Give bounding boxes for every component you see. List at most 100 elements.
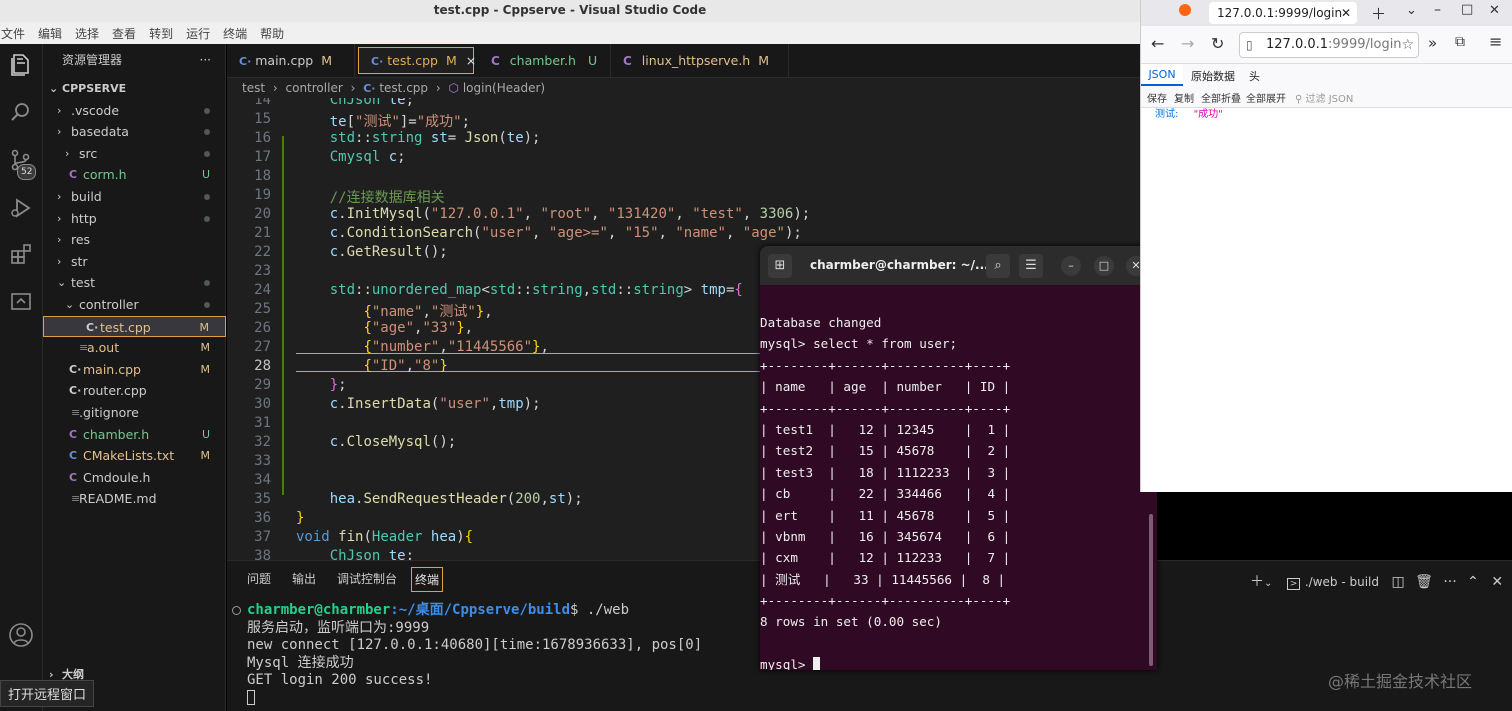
tab-list-icon[interactable]: ⌄ (1406, 3, 1417, 18)
collapse-all-button[interactable]: 全部折叠 (1201, 90, 1241, 105)
tree-item[interactable]: Cchamber.h U (43, 424, 226, 446)
minimize-icon[interactable]: – (1434, 2, 1441, 18)
tree-item[interactable]: ≡ README.md (43, 488, 226, 510)
c-file-icon: C (69, 470, 78, 484)
tab-json[interactable]: JSON (1141, 64, 1183, 86)
menu-view[interactable]: 查看 (111, 25, 144, 42)
breadcrumb-item[interactable]: controller (286, 81, 343, 95)
new-terminal-icon[interactable]: ＋ (1250, 574, 1264, 590)
menu-run[interactable]: 运行 (185, 25, 218, 42)
line-number: 30 (254, 396, 271, 412)
overflow-icon[interactable]: » (1428, 34, 1437, 52)
tree-item-label: router.cpp (83, 383, 147, 399)
tab-output[interactable]: 输出 (292, 570, 316, 587)
line-number: 28 (254, 358, 271, 374)
run-debug-icon[interactable] (6, 196, 36, 226)
more-actions-icon[interactable]: ··· (1443, 574, 1456, 590)
tree-item[interactable]: › res (43, 229, 226, 251)
close-icon[interactable]: ✕ (1489, 3, 1500, 18)
search-icon[interactable]: ⌕ (986, 254, 1010, 278)
back-icon[interactable]: ← (1151, 34, 1164, 53)
remote-explorer-icon[interactable] (6, 290, 36, 320)
window-title: test.cpp - Cppserve - Visual Studio Code (433, 3, 707, 17)
extensions-icon[interactable]: ⧉ (1455, 34, 1465, 50)
forward-icon[interactable]: → (1181, 34, 1194, 53)
tree-item[interactable]: C Cmdoule.h (43, 467, 226, 489)
menu-help[interactable]: 帮助 (259, 25, 292, 42)
breadcrumb-item[interactable]: test (242, 81, 265, 95)
tree-item[interactable]: C· router.cpp (43, 380, 226, 402)
tab-problems[interactable]: 问题 (247, 570, 271, 587)
search-icon[interactable] (6, 100, 36, 130)
new-tab-icon[interactable]: ＋ (1371, 3, 1386, 24)
browser-tab[interactable]: 127.0.0.1:9999/login ✕ (1209, 2, 1357, 24)
terminal-icon: > (1286, 578, 1301, 590)
tree-item[interactable]: ⌄ controller (43, 294, 226, 316)
tab-raw-data[interactable]: 原始数据 (1191, 68, 1235, 84)
menu-file[interactable]: 文件 (0, 25, 33, 42)
close-panel-icon[interactable]: ✕ (1491, 574, 1503, 590)
tree-item[interactable]: › build (43, 186, 226, 208)
maximize-panel-icon[interactable]: ⌃ (1467, 574, 1479, 590)
tab-debug-console[interactable]: 调试控制台 (337, 570, 397, 587)
terminal-name[interactable]: ./web - build (1305, 575, 1379, 589)
minimize-icon[interactable]: – (1061, 256, 1081, 276)
breadcrumb-item[interactable]: login(Header) (463, 81, 545, 95)
maximize-icon[interactable]: □ (1094, 256, 1114, 276)
hamburger-menu-icon[interactable]: ☰ (1019, 254, 1043, 278)
tab-linux-httpserve-h[interactable]: C linux_httpserve.h M (611, 44, 789, 78)
tree-item[interactable]: › str (43, 251, 226, 273)
page-info-icon[interactable]: ▯ (1246, 33, 1253, 57)
chevron-down-icon[interactable]: ⌄ (1264, 578, 1272, 589)
activity-bar: 52 (0, 44, 43, 711)
tree-item[interactable]: Ccorm.h U (43, 164, 226, 186)
integrated-terminal[interactable]: charmber@charmber:~/桌面/Cppserve/build$ .… (247, 602, 702, 707)
tab-main-cpp[interactable]: C· main.cpp M (227, 44, 355, 78)
tree-item[interactable]: › src (43, 143, 226, 165)
tree-item[interactable]: › .vscode (43, 100, 226, 122)
menu-edit[interactable]: 编辑 (37, 25, 70, 42)
close-tab-icon[interactable]: ✕ (1341, 2, 1351, 24)
maximize-icon[interactable]: □ (1461, 2, 1473, 17)
tree-item[interactable]: ≡ a.out M (43, 337, 226, 359)
line-number: 29 (254, 377, 271, 393)
url-bar[interactable]: ▯ 127.0.0.1:9999/login ☆ (1239, 32, 1419, 58)
tree-item[interactable]: C· test.cpp M (43, 315, 226, 338)
tab-test-cpp[interactable]: C· test.cpp M × (358, 47, 476, 74)
menu-selection[interactable]: 选择 (74, 25, 107, 42)
split-terminal-icon[interactable]: ◫ (1391, 574, 1404, 590)
copy-button[interactable]: 复制 (1174, 90, 1194, 105)
filter-json-input[interactable]: ⚲ 过滤 JSON (1295, 90, 1353, 105)
breadcrumb-item[interactable]: test.cpp (379, 81, 428, 95)
new-tab-icon[interactable]: ⊞ (768, 254, 792, 278)
trash-icon[interactable]: 🗑 (1415, 574, 1433, 590)
save-button[interactable]: 保存 (1147, 90, 1167, 105)
tree-item[interactable]: C CMakeLists.txt M (43, 445, 226, 467)
tree-item[interactable]: ≡ .gitignore (43, 402, 226, 424)
source-control-icon[interactable]: 52 (6, 148, 37, 180)
more-actions-icon[interactable]: ··· (200, 44, 211, 77)
tree-item[interactable]: ⌄ test (43, 272, 226, 294)
tab-chamber-h[interactable]: C chamber.h U (479, 44, 611, 78)
scrollbar[interactable] (1149, 514, 1153, 666)
menu-terminal[interactable]: 终端 (222, 25, 255, 42)
bookmark-star-icon[interactable]: ☆ (1401, 33, 1414, 57)
accounts-icon[interactable] (6, 622, 36, 652)
extensions-icon[interactable] (6, 242, 36, 272)
tree-item[interactable]: › basedata (43, 121, 226, 143)
mysql-output[interactable]: Database changed mysql> select * from use… (760, 312, 1010, 670)
tree-item[interactable]: C· main.cpp M (43, 359, 226, 381)
tree-item[interactable]: › http (43, 208, 226, 230)
tab-terminal[interactable]: 终端 (411, 567, 444, 592)
menu-icon[interactable]: ≡ (1489, 32, 1502, 51)
tab-headers[interactable]: 头 (1249, 68, 1260, 84)
close-icon[interactable]: × (466, 53, 476, 68)
firefox-icon[interactable] (1179, 4, 1191, 16)
expand-all-button[interactable]: 全部展开 (1246, 90, 1286, 105)
menu-go[interactable]: 转到 (148, 25, 181, 42)
workspace-root[interactable]: ⌄ CPPSERVE (43, 78, 226, 100)
reload-icon[interactable]: ↻ (1211, 34, 1224, 53)
status-dot (204, 100, 210, 122)
explorer-icon[interactable] (6, 52, 36, 82)
browser-tab-strip: 127.0.0.1:9999/login ✕ ＋ ⌄ – □ ✕ (1141, 0, 1512, 26)
